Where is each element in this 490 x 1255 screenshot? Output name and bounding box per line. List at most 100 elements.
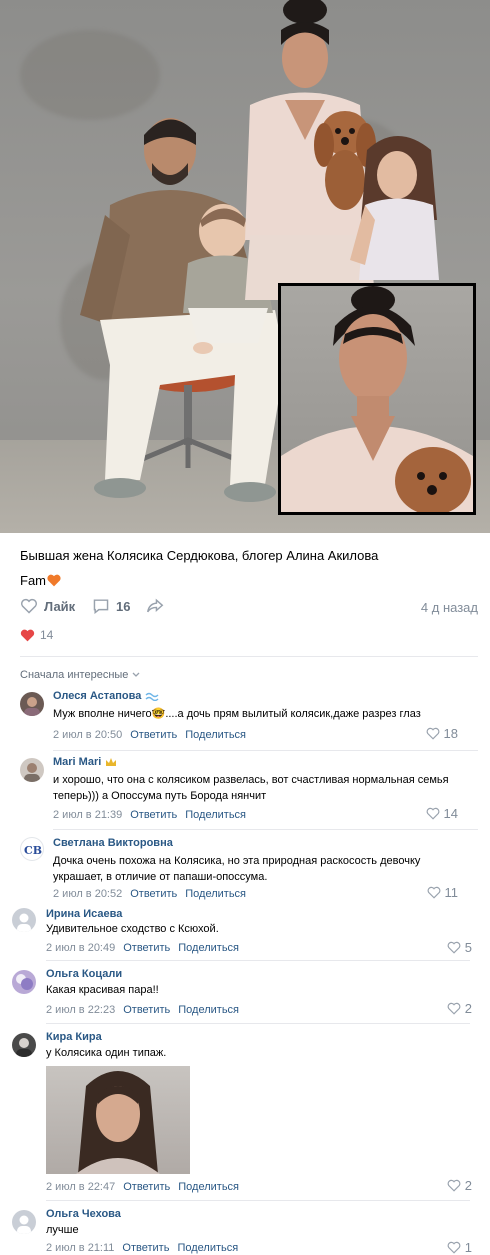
comment-date[interactable]: 2 июл в 22:47 <box>46 1181 115 1193</box>
orange-heart-icon <box>47 574 61 587</box>
reactions-summary[interactable]: 14 <box>20 628 53 642</box>
post-time[interactable]: 4 д назад <box>421 600 478 615</box>
girl-figure <box>350 136 439 280</box>
share-link[interactable]: Поделиться <box>185 729 246 741</box>
share-button[interactable] <box>146 598 164 614</box>
heart-outline-icon <box>426 807 439 820</box>
red-heart-icon <box>20 629 35 641</box>
comment-author[interactable]: Ольга Коцали <box>46 968 122 980</box>
comment-meta: 2 июл в 20:52 Ответить Поделиться <box>53 888 254 900</box>
comment-date[interactable]: 2 июл в 21:39 <box>53 809 122 821</box>
comments-button[interactable]: 16 <box>92 598 130 614</box>
comment-text: и хорошо, что она с колясиком развелась,… <box>53 774 449 802</box>
reply-link[interactable]: Ответить <box>123 1004 170 1016</box>
comment-date[interactable]: 2 июл в 21:11 <box>46 1242 114 1254</box>
comment-author[interactable]: Кира Кира <box>46 1031 102 1043</box>
avatar[interactable] <box>20 692 44 716</box>
comment-like-button[interactable]: 14 <box>426 806 458 821</box>
svg-text:СВ: СВ <box>24 844 42 857</box>
comment-date[interactable]: 2 июл в 22:23 <box>46 1004 115 1016</box>
post-actions: Лайк 16 4 д назад <box>20 598 478 618</box>
comment-like-button[interactable]: 2 <box>447 1001 472 1016</box>
share-icon <box>147 598 164 613</box>
avatar[interactable] <box>12 1210 36 1234</box>
heart-outline-icon <box>21 598 37 614</box>
comment: СВ Светлана Викторовна Дочка очень похож… <box>0 835 470 903</box>
comment-text: Какая красивая пара!! <box>46 984 159 996</box>
comment-text: Удивительное сходство с Ксюхой. <box>46 923 219 935</box>
comment-text: лучше <box>46 1224 79 1236</box>
reply-link[interactable]: Ответить <box>123 942 170 954</box>
comment-like-count: 14 <box>443 806 458 821</box>
comment: Олеся Астапова Муж вполне ничего🤓....а д… <box>0 690 470 750</box>
comment-meta: 2 июл в 21:11 Ответить Поделиться <box>46 1242 246 1254</box>
comment: Кира Кира у Колясика один типаж. 2 июл в… <box>0 1029 472 1199</box>
avatar[interactable] <box>12 1033 36 1057</box>
portrait-photo-illustration <box>76 1071 160 1174</box>
like-button[interactable]: Лайк <box>20 598 75 614</box>
share-link[interactable]: Поделиться <box>185 888 246 900</box>
avatar[interactable] <box>12 970 36 994</box>
comment-meta: 2 июл в 20:49 Ответить Поделиться <box>46 942 247 954</box>
share-link[interactable]: Поделиться <box>178 1004 239 1016</box>
comment-icon <box>93 599 109 614</box>
comment-like-button[interactable]: 1 <box>447 1240 472 1255</box>
comment-author[interactable]: Mari Mari <box>53 756 117 768</box>
chevron-down-icon <box>132 672 140 677</box>
reply-link[interactable]: Ответить <box>123 1181 170 1193</box>
comment-author[interactable]: Ольга Чехова <box>46 1208 121 1220</box>
comment-meta: 2 июл в 21:39 Ответить Поделиться <box>53 809 254 821</box>
share-link[interactable]: Поделиться <box>178 942 239 954</box>
comment-author-name: Олеся Астапова <box>53 690 142 702</box>
comment: Ирина Исаева Удивительное сходство с Ксю… <box>0 906 472 956</box>
reply-link[interactable]: Ответить <box>130 888 177 900</box>
comment-like-button[interactable]: 2 <box>447 1178 472 1193</box>
reply-link[interactable]: Ответить <box>130 809 177 821</box>
avatar[interactable]: СВ <box>20 837 44 861</box>
comment-like-button[interactable]: 5 <box>447 940 472 955</box>
heart-outline-icon <box>447 941 461 954</box>
post-tag-text: Fam <box>20 573 46 588</box>
comment-separator <box>46 960 470 961</box>
post-caption: Бывшая жена Колясика Сердюкова, блогер А… <box>20 548 379 563</box>
comment-meta: 2 июл в 22:23 Ответить Поделиться <box>46 1004 247 1016</box>
comment-author[interactable]: Олеся Астапова <box>53 690 159 702</box>
comment-author[interactable]: Светлана Викторовна <box>53 837 173 849</box>
comment-author[interactable]: Ирина Исаева <box>46 908 122 920</box>
like-label: Лайк <box>44 598 76 614</box>
comment-meta: 2 июл в 22:47 Ответить Поделиться <box>46 1181 247 1193</box>
inset-portrait <box>278 283 476 515</box>
share-link[interactable]: Поделиться <box>185 809 246 821</box>
comment-like-count: 1 <box>464 1240 472 1255</box>
divider <box>20 656 478 657</box>
reply-link[interactable]: Ответить <box>122 1242 169 1254</box>
comment-separator <box>53 829 478 830</box>
comment-attachment-image[interactable] <box>46 1066 190 1174</box>
comment-like-count: 2 <box>464 1178 472 1193</box>
portrait-illustration <box>281 286 473 512</box>
avatar[interactable] <box>20 758 44 782</box>
share-link[interactable]: Поделиться <box>177 1242 238 1254</box>
post-tag: Fam <box>20 573 61 588</box>
comment-date[interactable]: 2 июл в 20:52 <box>53 888 122 900</box>
comment-like-button[interactable]: 11 <box>427 885 459 900</box>
comment-separator <box>53 750 478 751</box>
comments-sort-dropdown[interactable]: Сначала интересные <box>20 669 140 681</box>
comment-like-count: 18 <box>443 726 458 741</box>
comment-like-button[interactable]: 18 <box>426 726 458 741</box>
post-photo[interactable] <box>0 0 490 533</box>
comment: Ольга Чехова лучше 2 июл в 21:11 Ответить… <box>0 1206 472 1255</box>
avatar[interactable] <box>12 908 36 932</box>
reply-link[interactable]: Ответить <box>130 729 177 741</box>
comments-sort-label: Сначала интересные <box>20 669 129 681</box>
comment-meta: 2 июл в 20:50 Ответить Поделиться <box>53 729 254 741</box>
share-link[interactable]: Поделиться <box>178 1181 239 1193</box>
reactions-count: 14 <box>40 628 54 642</box>
comment-date[interactable]: 2 июл в 20:49 <box>46 942 115 954</box>
comment-like-count: 11 <box>444 885 459 900</box>
comment-separator <box>46 1023 470 1024</box>
crown-icon <box>106 758 117 766</box>
comment-date[interactable]: 2 июл в 20:50 <box>53 729 122 741</box>
comment: Ольга Коцали Какая красивая пара!! 2 июл… <box>0 966 472 1018</box>
comment-text: у Колясика один типаж. <box>46 1047 167 1059</box>
